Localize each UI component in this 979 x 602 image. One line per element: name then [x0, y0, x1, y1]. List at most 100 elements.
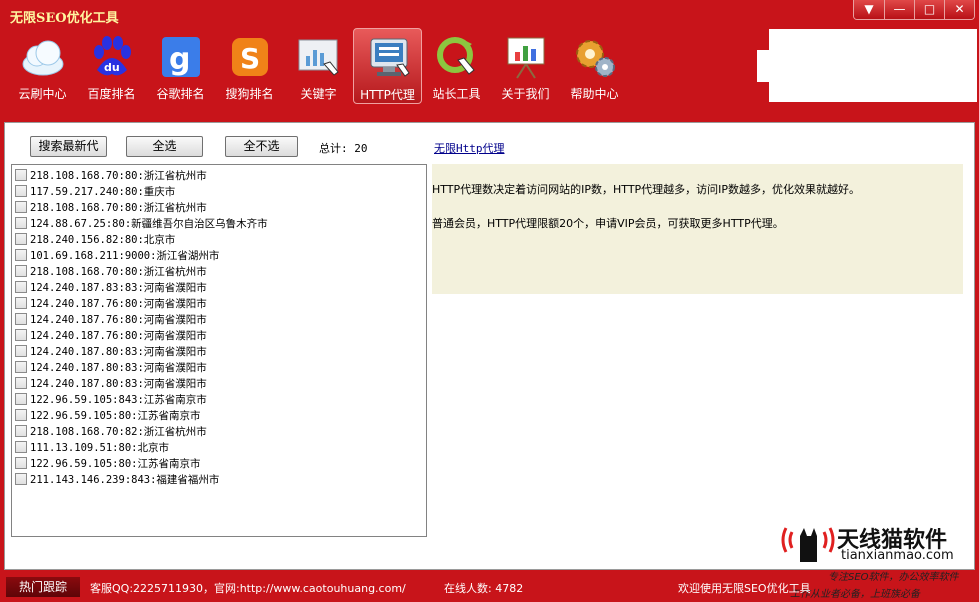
close-button[interactable]: ✕ [944, 0, 974, 19]
list-item[interactable]: 218.108.168.70:80:浙江省杭州市 [12, 263, 426, 279]
proxy-checkbox[interactable] [15, 457, 27, 469]
proxy-checkbox[interactable] [15, 345, 27, 357]
toolbar-label: 搜狗排名 [225, 87, 274, 101]
gears-icon [576, 40, 615, 77]
list-item[interactable]: 124.240.187.80:83:河南省濮阳市 [12, 359, 426, 375]
proxy-address: 124.240.187.80:83:河南省濮阳市 [30, 345, 207, 358]
app-window: 无限SEO优化工具 ▼ — □ ✕ 云刷中心 du 百度排名 g 谷歌排名 S … [0, 0, 979, 602]
proxy-checkbox[interactable] [15, 409, 27, 421]
list-item[interactable]: 117.59.217.240:80:重庆市 [12, 183, 426, 199]
proxy-checkbox[interactable] [15, 297, 27, 309]
deselect-all-button[interactable]: 全不选 [225, 136, 298, 157]
search-latest-button[interactable]: 搜索最新代 [30, 136, 107, 157]
proxy-address: 218.108.168.70:80:浙江省杭州市 [30, 201, 207, 214]
antenna-cat-logo-icon [781, 527, 835, 562]
proxy-checkbox[interactable] [15, 265, 27, 277]
list-item[interactable]: 124.240.187.80:83:河南省濮阳市 [12, 375, 426, 391]
proxy-checkbox[interactable] [15, 441, 27, 453]
list-item[interactable]: 111.13.109.51:80:北京市 [12, 439, 426, 455]
google-icon: g [162, 37, 200, 77]
proxy-checkbox[interactable] [15, 313, 27, 325]
proxy-address: 101.69.168.211:9000:浙江省湖州市 [30, 249, 220, 262]
refresh-hand-icon [437, 37, 475, 75]
list-item[interactable]: 124.240.187.76:80:河南省濮阳市 [12, 311, 426, 327]
proxy-checkbox[interactable] [15, 281, 27, 293]
proxy-checkbox[interactable] [15, 185, 27, 197]
proxy-address: 111.13.109.51:80:北京市 [30, 441, 169, 454]
proxy-checkbox[interactable] [15, 329, 27, 341]
window-controls: ▼ — □ ✕ [853, 0, 975, 20]
list-item[interactable]: 101.69.168.211:9000:浙江省湖州市 [12, 247, 426, 263]
proxy-address: 117.59.217.240:80:重庆市 [30, 185, 176, 198]
toolbar-about-us[interactable]: 关于我们 [491, 28, 560, 104]
list-item[interactable]: 122.96.59.105:80:江苏省南京市 [12, 455, 426, 471]
toolbar-cloud-center[interactable]: 云刷中心 [8, 28, 77, 104]
proxy-address: 124.240.187.76:80:河南省濮阳市 [30, 313, 207, 326]
proxy-address: 211.143.146.239:843:福建省福州市 [30, 473, 220, 486]
info-panel: HTTP代理数决定着访问网站的IP数，HTTP代理越多，访问IP数越多，优化效果… [432, 164, 963, 294]
proxy-checkbox[interactable] [15, 169, 27, 181]
list-item[interactable]: 124.240.187.76:80:河南省濮阳市 [12, 327, 426, 343]
keyword-chart-icon [298, 39, 339, 76]
list-item[interactable]: 122.96.59.105:80:江苏省南京市 [12, 407, 426, 423]
toolbar-label: 百度排名 [87, 87, 136, 101]
list-item[interactable]: 218.108.168.70:80:浙江省杭州市 [12, 167, 426, 183]
list-item[interactable]: 218.240.156.82:80:北京市 [12, 231, 426, 247]
proxy-address: 122.96.59.105:80:江苏省南京市 [30, 409, 201, 422]
proxy-checkbox[interactable] [15, 201, 27, 213]
toolbar-http-proxy[interactable]: HTTP代理 [353, 28, 422, 104]
proxy-address: 124.240.187.76:80:河南省濮阳市 [30, 297, 207, 310]
proxy-address: 122.96.59.105:80:江苏省南京市 [30, 457, 201, 470]
toolbar-label: 站长工具 [432, 87, 481, 101]
select-all-button[interactable]: 全选 [126, 136, 203, 157]
toolbar-sogou-rank[interactable]: S 搜狗排名 [215, 28, 284, 104]
toolbar-label: 帮助中心 [570, 87, 619, 101]
list-item[interactable]: 211.143.146.239:843:福建省福州市 [12, 471, 426, 487]
proxy-checkbox[interactable] [15, 425, 27, 437]
hot-tracking-button[interactable]: 热门跟踪 [6, 577, 80, 597]
list-item[interactable]: 218.108.168.70:80:浙江省杭州市 [12, 199, 426, 215]
toolbar-help-center[interactable]: 帮助中心 [560, 28, 629, 104]
welcome-text: 欢迎使用无限SEO优化工具 [678, 582, 811, 595]
list-item[interactable]: 124.240.187.76:80:河南省濮阳市 [12, 295, 426, 311]
proxy-address: 122.96.59.105:843:江苏省南京市 [30, 393, 207, 406]
proxy-checkbox[interactable] [15, 233, 27, 245]
proxy-checkbox[interactable] [15, 393, 27, 405]
toolbar-keyword[interactable]: 关键字 [284, 28, 353, 104]
proxy-address: 124.240.187.76:80:河南省濮阳市 [30, 329, 207, 342]
toolbar-google-rank[interactable]: g 谷歌排名 [146, 28, 215, 104]
list-item[interactable]: 124.240.187.80:83:河南省濮阳市 [12, 343, 426, 359]
proxy-panel: 搜索最新代 全选 全不选 总计: 20 无限Http代理 218.108.168… [4, 122, 975, 570]
proxy-checkbox[interactable] [15, 361, 27, 373]
proxy-checkbox[interactable] [15, 377, 27, 389]
list-item[interactable]: 122.96.59.105:843:江苏省南京市 [12, 391, 426, 407]
list-item[interactable]: 124.88.67.25:80:新疆维吾尔自治区乌鲁木齐市 [12, 215, 426, 231]
main-toolbar: 云刷中心 du 百度排名 g 谷歌排名 S 搜狗排名 关键字 HTTP代理 站长… [8, 28, 629, 104]
list-item[interactable]: 124.240.187.83:83:河南省濮阳市 [12, 279, 426, 295]
unlimited-http-proxy-link[interactable]: 无限Http代理 [434, 140, 505, 156]
proxy-checkbox[interactable] [15, 249, 27, 261]
monitor-proxy-icon [370, 38, 410, 77]
toolbar-webmaster-tools[interactable]: 站长工具 [422, 28, 491, 104]
svg-text:du: du [104, 61, 120, 74]
toolbar-label: 关键字 [300, 87, 337, 101]
minimize-button[interactable]: — [884, 0, 914, 19]
toolbar-baidu-rank[interactable]: du 百度排名 [77, 28, 146, 104]
proxy-checkbox[interactable] [15, 217, 27, 229]
menu-dropdown-icon[interactable]: ▼ [854, 0, 884, 19]
proxy-list[interactable]: 218.108.168.70:80:浙江省杭州市 117.59.217.240:8… [11, 164, 427, 537]
info-line-1: HTTP代理数决定着访问网站的IP数，HTTP代理越多，访问IP数越多，优化效果… [432, 183, 861, 196]
proxy-address: 124.240.187.80:83:河南省濮阳市 [30, 361, 207, 374]
list-item[interactable]: 218.108.168.70:82:浙江省杭州市 [12, 423, 426, 439]
baidu-paw-icon: du [94, 36, 131, 76]
toolbar-label: 谷歌排名 [156, 87, 205, 101]
proxy-address: 218.240.156.82:80:北京市 [30, 233, 176, 246]
proxy-address: 124.88.67.25:80:新疆维吾尔自治区乌鲁木齐市 [30, 217, 268, 230]
proxy-address: 124.240.187.83:83:河南省濮阳市 [30, 281, 207, 294]
toolbar-label: 关于我们 [501, 87, 550, 101]
proxy-checkbox[interactable] [15, 473, 27, 485]
status-bar: 热门跟踪 客服QQ:2225711930，官网:http://www.caoto… [0, 575, 979, 602]
proxy-address: 218.108.168.70:80:浙江省杭州市 [30, 169, 207, 182]
service-contact: 客服QQ:2225711930，官网:http://www.caotouhuan… [90, 582, 406, 595]
maximize-button[interactable]: □ [914, 0, 944, 19]
